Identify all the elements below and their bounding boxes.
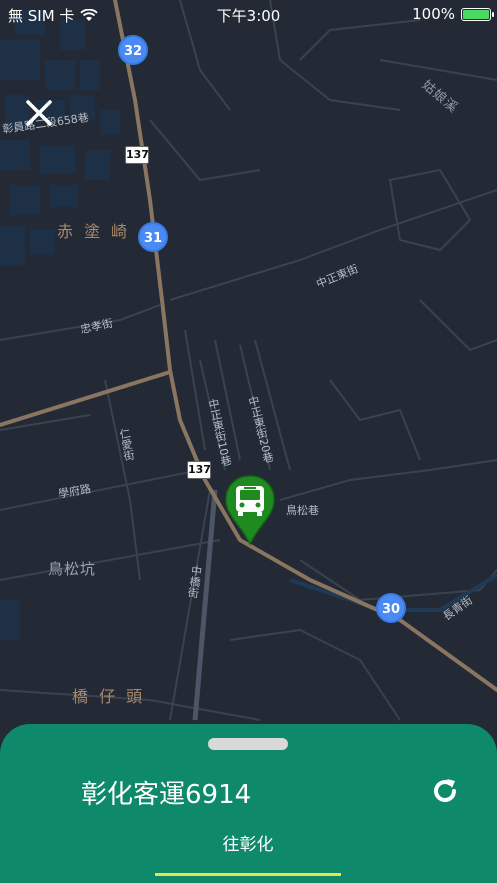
clock: 下午3:00 — [216, 7, 281, 25]
tab-direction[interactable]: 往彰化 — [155, 830, 341, 876]
refresh-icon — [434, 779, 456, 803]
bus-stop-marker[interactable]: 32 — [118, 35, 148, 65]
status-bar: 無 SIM 卡 下午3:00 100% — [0, 0, 497, 28]
area-label-niaosongkeng: 鳥松坑 — [48, 560, 97, 578]
route-shield: 137 — [125, 146, 149, 164]
route-title: 彰化客運6914 — [81, 780, 252, 810]
bus-stop-marker[interactable]: 31 — [138, 222, 168, 252]
tab-label: 往彰化 — [222, 835, 274, 855]
tab-active-indicator — [155, 873, 341, 876]
bus-stop-marker[interactable]: 30 — [376, 593, 406, 623]
sheet-drag-handle[interactable] — [208, 738, 288, 750]
close-button[interactable] — [22, 96, 56, 130]
route-bottom-sheet: 彰化客運6914 往彰化 — [0, 724, 497, 883]
route-shield: 137 — [187, 461, 211, 479]
bus-icon — [236, 486, 264, 516]
area-label-chitu: 赤 塗 崎 — [57, 222, 131, 241]
area-label-qiaozaitou: 橋 仔 頭 — [72, 687, 146, 706]
battery-level — [463, 9, 489, 19]
close-icon — [26, 100, 52, 126]
battery-percent: 100% — [412, 5, 455, 23]
refresh-button[interactable] — [428, 774, 462, 808]
battery-icon — [461, 7, 494, 21]
bus-location-pin[interactable] — [224, 474, 276, 546]
street-label: 鳥松巷 — [286, 504, 319, 517]
